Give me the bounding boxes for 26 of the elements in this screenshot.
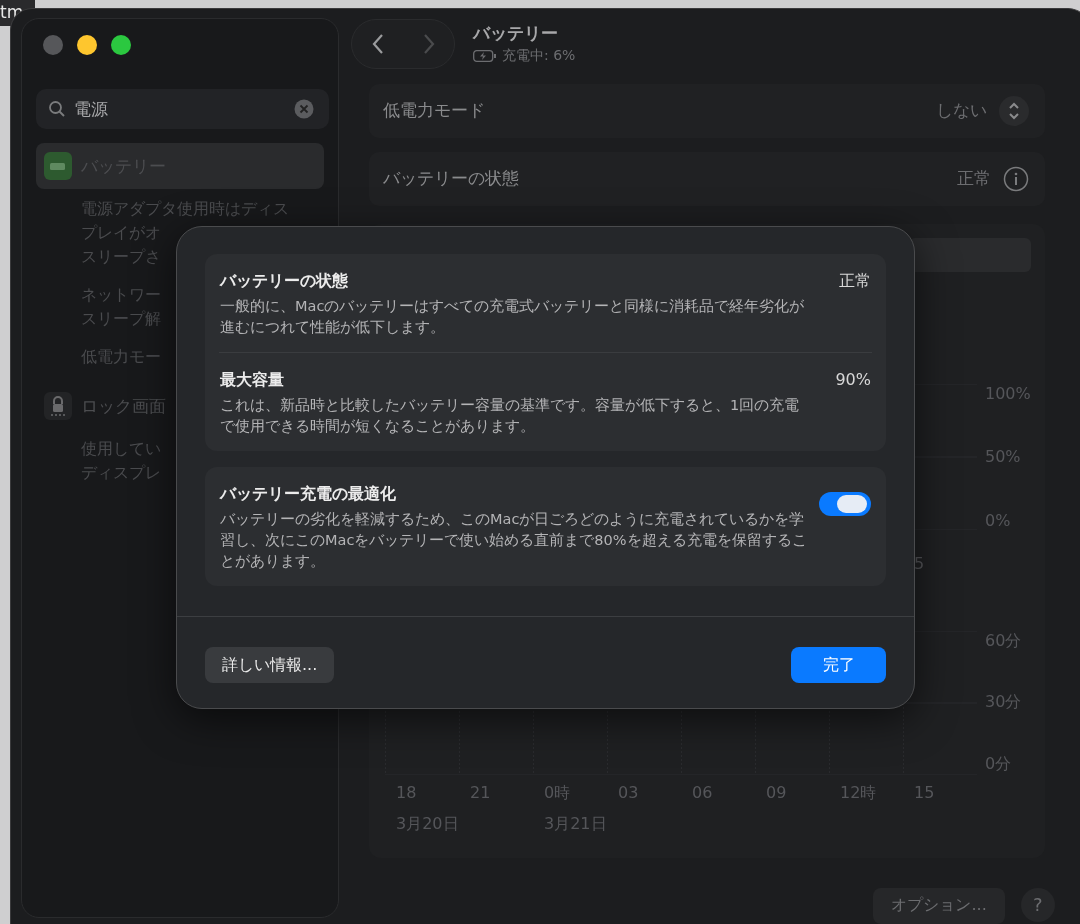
info-description: 一般的に、Macのバッテリーはすべての充電式バッテリーと同様に消耗品で経年劣化が進むにつれて性能が低下します。	[220, 297, 806, 337]
setting-label: バッテリーの状態	[383, 167, 520, 191]
axis-label: 21	[469, 782, 492, 804]
axis-label: 15	[913, 782, 936, 804]
axis-label: 06	[691, 782, 714, 804]
charging-status: 充電中: 6%	[502, 47, 576, 66]
axis-label: 100%	[985, 383, 1031, 403]
axis-label: 0時	[543, 782, 572, 804]
axis-label: 09	[765, 782, 788, 804]
info-title: 最大容量	[220, 370, 285, 391]
axis-label: 60分	[985, 630, 1022, 652]
setting-label: 低電力モード	[383, 99, 486, 123]
info-value: 正常	[839, 271, 871, 292]
info-title: バッテリー充電の最適化	[220, 484, 397, 505]
axis-label: 03	[617, 782, 640, 804]
info-title: バッテリーの状態	[220, 271, 349, 292]
axis-label: 30分	[985, 692, 1022, 714]
setting-value: しない	[935, 99, 987, 123]
axis-label: 12時	[839, 782, 878, 804]
page-title: バッテリー	[473, 22, 559, 46]
axis-label: 18	[395, 782, 418, 804]
info-description: バッテリーの劣化を軽減するため、このMacが日ごろどのように充電されているかを学習し、次にこのMacをバッテリーで使い始める直前まで80%を超える充電を保留することがあります。	[220, 510, 807, 571]
axis-label: 0%	[985, 510, 1012, 530]
setting-value: 正常	[956, 167, 991, 191]
axis-label: 0分	[985, 753, 1013, 775]
axis-label: 50%	[985, 447, 1022, 467]
